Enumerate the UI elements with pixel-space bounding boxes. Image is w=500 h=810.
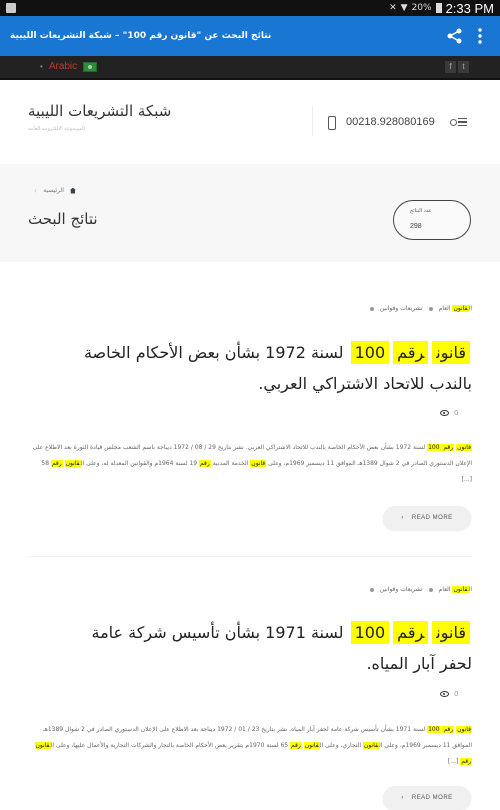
excerpt-highlight: 100 [427, 726, 441, 733]
notification-icon [6, 3, 16, 13]
breadcrumb-home[interactable]: الرئيسية [43, 187, 64, 194]
results-count-value: 298 [410, 223, 422, 230]
menu-icon [458, 118, 467, 126]
category-highlight: قانون [452, 305, 469, 312]
eye-icon [440, 691, 449, 697]
excerpt-highlight: قانون [456, 444, 472, 451]
bullet-icon [369, 306, 374, 311]
bullet-icon [428, 306, 433, 311]
view-count: 0 [440, 690, 458, 698]
excerpt-highlight: قانون [456, 726, 472, 733]
more-vert-icon[interactable] [476, 27, 484, 45]
read-more-button[interactable]: › READ MORE [383, 506, 471, 530]
result-categories: القانون العام تشريعات وقوانين [369, 305, 472, 312]
read-more-label: READ MORE [411, 795, 453, 801]
chevron-right-icon: › [401, 795, 404, 801]
facebook-icon[interactable]: f [445, 61, 456, 73]
title-highlight: 100 [350, 621, 390, 644]
title-highlight: 100 [350, 341, 390, 364]
result-excerpt: قانون رقم 100 لسنة 1972 بشأن بعض الأحكام… [32, 440, 472, 488]
excerpt-highlight: رقم [442, 444, 455, 451]
eye-icon [440, 410, 449, 416]
mute-icon: ✕ [389, 3, 397, 13]
title-highlight: قانون [432, 621, 470, 644]
bullet-icon [369, 587, 374, 592]
site-header: شبكة التشريعات الليبية الموسوعة الإلكترو… [0, 82, 500, 164]
search-menu-button[interactable] [450, 118, 467, 126]
wifi-icon: ▼ [400, 3, 408, 13]
battery-percent: 20% [411, 3, 432, 13]
bullet-icon [428, 587, 433, 592]
read-more-button[interactable]: › READ MORE [383, 786, 471, 810]
site-title[interactable]: شبكة التشريعات الليبية [28, 102, 188, 120]
site-subtitle: الموسوعة الإلكترونية العامة [28, 126, 85, 132]
language-switcher[interactable]: • Arabic [40, 61, 98, 72]
results-count-badge: عدد النتائج 298 [393, 200, 471, 240]
battery-icon [435, 3, 442, 13]
top-strip: • Arabic f t [0, 56, 500, 80]
social-links: f t [445, 61, 469, 73]
category-link[interactable]: تشريعات وقوانين [380, 305, 423, 312]
excerpt-highlight: رقم [460, 758, 472, 765]
category-link[interactable]: تشريعات وقوانين [380, 586, 423, 593]
app-bar-title: نتائج البحث عن "قانون رقم 100" – شبكة ال… [10, 31, 272, 41]
search-icon [450, 118, 457, 126]
divider [312, 106, 313, 136]
result-title[interactable]: قانونرقم100 لسنة 1971 بشأن تأسيس شركة عا… [56, 617, 472, 679]
chevron-right-icon: › [401, 515, 404, 521]
flag-icon [83, 61, 98, 72]
home-icon [69, 187, 76, 194]
excerpt-highlight: رقم [50, 460, 63, 467]
view-count-value: 0 [454, 690, 459, 698]
title-highlight: قانون [432, 341, 470, 364]
excerpt-highlight: رقم [199, 460, 211, 467]
share-icon[interactable] [446, 27, 464, 45]
excerpt-text: [...] [447, 758, 461, 765]
excerpt-highlight: قانون [64, 460, 81, 467]
excerpt-highlight: رقم [290, 742, 302, 749]
view-count-value: 0 [454, 409, 459, 417]
language-label: Arabic [48, 61, 78, 72]
view-count: 0 [440, 409, 458, 417]
chevron-left-icon: ‹ [34, 186, 38, 195]
result-excerpt: قانون رقم 100 لسنة 1971 بشأن تأسيس شركة … [32, 722, 472, 770]
excerpt-text: 19 لسنة 1964م والقوانين المعدلة له، وعلى… [80, 460, 198, 467]
category-link[interactable]: القانون العام [439, 305, 472, 312]
result-title[interactable]: قانونرقم100 لسنة 1972 بشأن بعض الأحكام ا… [56, 337, 472, 399]
title-highlight: رقم [393, 621, 429, 644]
excerpt-highlight: قانون [303, 742, 320, 749]
excerpt-highlight: رقم [442, 726, 455, 733]
status-bar: ✕ ▼ 20% 2:33 PM [0, 0, 500, 16]
phone-number[interactable]: 00218.928080169 [346, 116, 435, 128]
read-more-label: READ MORE [411, 515, 453, 521]
excerpt-highlight: قانون [362, 742, 380, 749]
category-link[interactable]: القانون العام [439, 586, 472, 593]
twitter-icon[interactable]: t [458, 61, 469, 73]
excerpt-text: التجاري، وعلى ال [319, 742, 363, 749]
excerpt-text: الخدمة المدنية [210, 460, 251, 467]
app-bar: نتائج البحث عن "قانون رقم 100" – شبكة ال… [0, 16, 500, 56]
results-count-label: عدد النتائج [410, 208, 432, 214]
result-divider [28, 556, 472, 557]
result-categories: القانون العام تشريعات وقوانين [369, 586, 472, 593]
page-title-bar: ‹ الرئيسية نتائج البحث عدد النتائج 298 [0, 164, 500, 262]
excerpt-highlight: 100 [427, 444, 441, 451]
excerpt-highlight: قانون [250, 460, 267, 467]
phone-icon [328, 116, 336, 130]
title-highlight: رقم [393, 341, 429, 364]
breadcrumb: ‹ الرئيسية [34, 186, 76, 195]
clock: 2:33 PM [445, 0, 494, 16]
bullet-icon: • [40, 62, 43, 71]
excerpt-highlight: قانون [34, 742, 51, 749]
excerpt-text: 65 لسنة 1970م بتقرير بعض الأحكام الخاصة … [50, 742, 289, 749]
category-highlight: قانون [452, 586, 469, 593]
page-title: نتائج البحث [28, 210, 98, 228]
